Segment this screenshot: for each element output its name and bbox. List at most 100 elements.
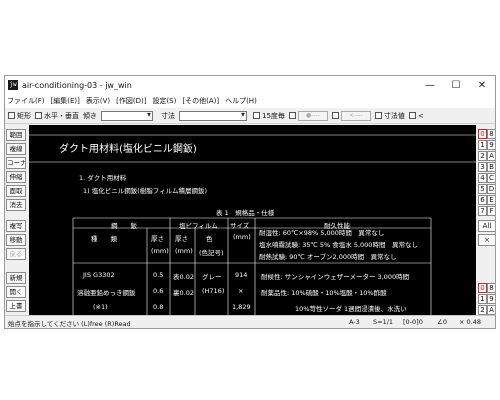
menu-draw[interactable]: [作図(D)] xyxy=(116,96,146,106)
header-steel: 鋼 鈑 xyxy=(111,222,137,230)
status-angle[interactable]: ∠0 xyxy=(437,318,447,326)
row3-size: 1,829 xyxy=(232,303,251,311)
menu-other[interactable]: [その他(A)] xyxy=(182,96,219,106)
row2-color: (H716) xyxy=(202,287,225,295)
tool-move-button[interactable]: 移動 xyxy=(6,234,26,246)
close-icon[interactable]: ✕ xyxy=(469,76,495,94)
section-title: 1. ダクト用材料 xyxy=(79,174,127,182)
app-window: jw air-conditioning-03 - jw_win — ☐ ✕ ファ… xyxy=(4,75,496,329)
status-paper[interactable]: A-3 xyxy=(349,318,360,326)
dim-combo[interactable] xyxy=(179,110,247,121)
layer-1-button[interactable]: 1 xyxy=(478,294,487,304)
layer-group-4-button[interactable]: 4 xyxy=(478,173,487,183)
header-size: サイズ xyxy=(230,222,250,230)
main-area: 範囲 複線 コーナー 伸縮 面取 消去 複写 移動 戻る 新規 開く 上書 xyxy=(5,125,495,317)
right-layer-panel: 0 8 1 9 2 A 3 B 4 C 5 D 6 E 7 F All × 0 … xyxy=(477,125,495,317)
layer-0-button[interactable]: 0 xyxy=(478,283,487,293)
box2-field[interactable]: <---- xyxy=(340,110,371,121)
left-tool-panel: 範囲 複線 コーナー 伸縮 面取 消去 複写 移動 戻る 新規 開く 上書 xyxy=(5,125,26,317)
document-heading: ダクト用材料(塩化ビニル鋼鈑) xyxy=(59,144,197,155)
layer-x-button[interactable]: × xyxy=(478,234,495,246)
header-steel-thickness: 厚さ xyxy=(151,235,164,243)
status-layer[interactable]: [0-0]0 xyxy=(403,318,423,326)
perf-line-2: 塩水噴霧試験: 35℃ 5% 食塩水 5,000時間 異常なし xyxy=(259,241,418,249)
layer-group-5-button[interactable]: 5 xyxy=(478,184,487,194)
layer-group-7-button[interactable]: 7 xyxy=(478,206,487,216)
menu-view[interactable]: 表示(V) xyxy=(86,96,110,106)
tool-offset-button[interactable]: 複線 xyxy=(6,143,26,155)
header-film: 塩ビフィルム xyxy=(179,222,218,230)
maximize-icon[interactable]: ☐ xyxy=(443,76,469,94)
tool-new-button[interactable]: 新規 xyxy=(6,272,26,284)
layer-group-d-button[interactable]: D xyxy=(487,184,495,194)
window-title: air-conditioning-03 - jw_win xyxy=(22,80,132,90)
tool-range-button[interactable]: 範囲 xyxy=(6,129,26,141)
layer-9-button[interactable]: 9 xyxy=(487,294,495,304)
layer-group-c-button[interactable]: C xyxy=(487,173,495,183)
status-scale[interactable]: S=1/1 xyxy=(373,318,393,326)
hv-checkbox[interactable] xyxy=(35,112,42,119)
perf2-line-2: 耐薬品性: 10%硫酸・10%塩酸・10%酢酸 xyxy=(261,289,387,297)
title-bar: jw air-conditioning-03 - jw_win — ☐ ✕ xyxy=(5,76,495,94)
layer-a-button[interactable]: A xyxy=(487,305,495,315)
tool-erase-button[interactable]: 消去 xyxy=(6,199,26,211)
box1-field[interactable]: ●---- xyxy=(297,110,328,121)
drawing-canvas[interactable]: ダクト用材料(塩化ビニル鋼鈑) 1. ダクト用材料 1) 塩化ビニル鋼鈑(樹脂フ… xyxy=(29,125,476,317)
header-film-unit: (mm) xyxy=(175,247,193,255)
tool-undo-button[interactable]: 戻る xyxy=(6,248,26,260)
header-steel-unit: (mm) xyxy=(151,247,169,255)
row1-size: 914 xyxy=(235,271,248,279)
layer-group-3-button[interactable]: 3 xyxy=(478,162,487,172)
tool-open-button[interactable]: 開く xyxy=(6,286,26,298)
status-bar: 始点を指示してください (L)free (R)Read A-3 S=1/1 [0… xyxy=(5,315,495,328)
minimize-icon[interactable]: — xyxy=(417,76,443,94)
deg15-checkbox[interactable] xyxy=(253,112,260,119)
tool-copy-button[interactable]: 複写 xyxy=(6,220,26,232)
header-kind: 種 類 xyxy=(91,235,117,243)
tool-corner-button[interactable]: コーナー xyxy=(6,157,26,169)
layer-group-b-button[interactable]: B xyxy=(487,162,495,172)
layer-group-9-button[interactable]: 9 xyxy=(487,140,495,150)
perf-line-3: 耐熱試験: 90℃ オーブン2,000時間 異常なし xyxy=(259,253,397,261)
header-film-thickness: 厚さ xyxy=(175,235,188,243)
dimval-checkbox[interactable] xyxy=(374,112,382,119)
menu-settings[interactable]: 設定(S) xyxy=(152,96,176,106)
perf2-line-3: 10%苛性ソーダ 1週間浸漬後、水洗い xyxy=(295,305,407,313)
row2-kind: 溶融亜鉛めっき鋼鈑 xyxy=(77,289,136,297)
layer-group-8-button[interactable]: 8 xyxy=(487,129,495,139)
menu-bar: ファイル(F) [編集(E)] 表示(V) [作図(D)] 設定(S) [その他… xyxy=(5,94,495,108)
subsection-title: 1) 塩化ビニル鋼鈑(樹脂フィルム積層鋼鈑) xyxy=(83,187,208,195)
layer-group-e-button[interactable]: E xyxy=(487,195,495,205)
menu-edit[interactable]: [編集(E)] xyxy=(51,96,80,106)
row1-kind: JIS G3302 xyxy=(83,271,115,279)
layer-8-button[interactable]: 8 xyxy=(487,283,495,293)
layer-group-a-button[interactable]: A xyxy=(487,151,495,161)
last-checkbox[interactable] xyxy=(408,112,416,119)
layer-group-1-button[interactable]: 1 xyxy=(478,140,487,150)
tool-stretch-button[interactable]: 伸縮 xyxy=(6,171,26,183)
tool-chamfer-button[interactable]: 面取 xyxy=(6,185,26,197)
deg15-label: 15度毎 xyxy=(262,111,285,120)
layer-group-6-button[interactable]: 6 xyxy=(478,195,487,205)
row1-film: 表0.02 xyxy=(173,273,194,281)
row2-thickness: 0.6 xyxy=(153,287,164,295)
box2-checkbox[interactable] xyxy=(331,112,339,119)
rect-checkbox[interactable] xyxy=(8,112,15,119)
layer-group-2-button[interactable]: 2 xyxy=(478,151,487,161)
row3-thickness: 0.8 xyxy=(153,303,164,311)
tilt-combo[interactable] xyxy=(101,110,153,121)
tool-save-button[interactable]: 上書 xyxy=(6,300,26,312)
header-color-code: (色記号) xyxy=(199,249,224,257)
menu-help[interactable]: ヘルプ(H) xyxy=(225,96,257,106)
menu-file[interactable]: ファイル(F) xyxy=(7,96,45,106)
header-color: 色 xyxy=(206,235,213,243)
layer-group-f-button[interactable]: F xyxy=(487,206,495,216)
layer-2-button[interactable]: 2 xyxy=(478,305,487,315)
row3-kind: (※1) xyxy=(93,303,108,311)
layer-all-button[interactable]: All xyxy=(478,220,495,232)
layer-group-0-button[interactable]: 0 xyxy=(478,129,487,139)
hv-label: 水平・垂直 xyxy=(44,111,79,120)
status-zoom[interactable]: × 0.48 xyxy=(459,318,481,326)
box1-checkbox[interactable] xyxy=(288,112,296,119)
table-title: 表 1 規格品・仕様 xyxy=(216,209,275,217)
